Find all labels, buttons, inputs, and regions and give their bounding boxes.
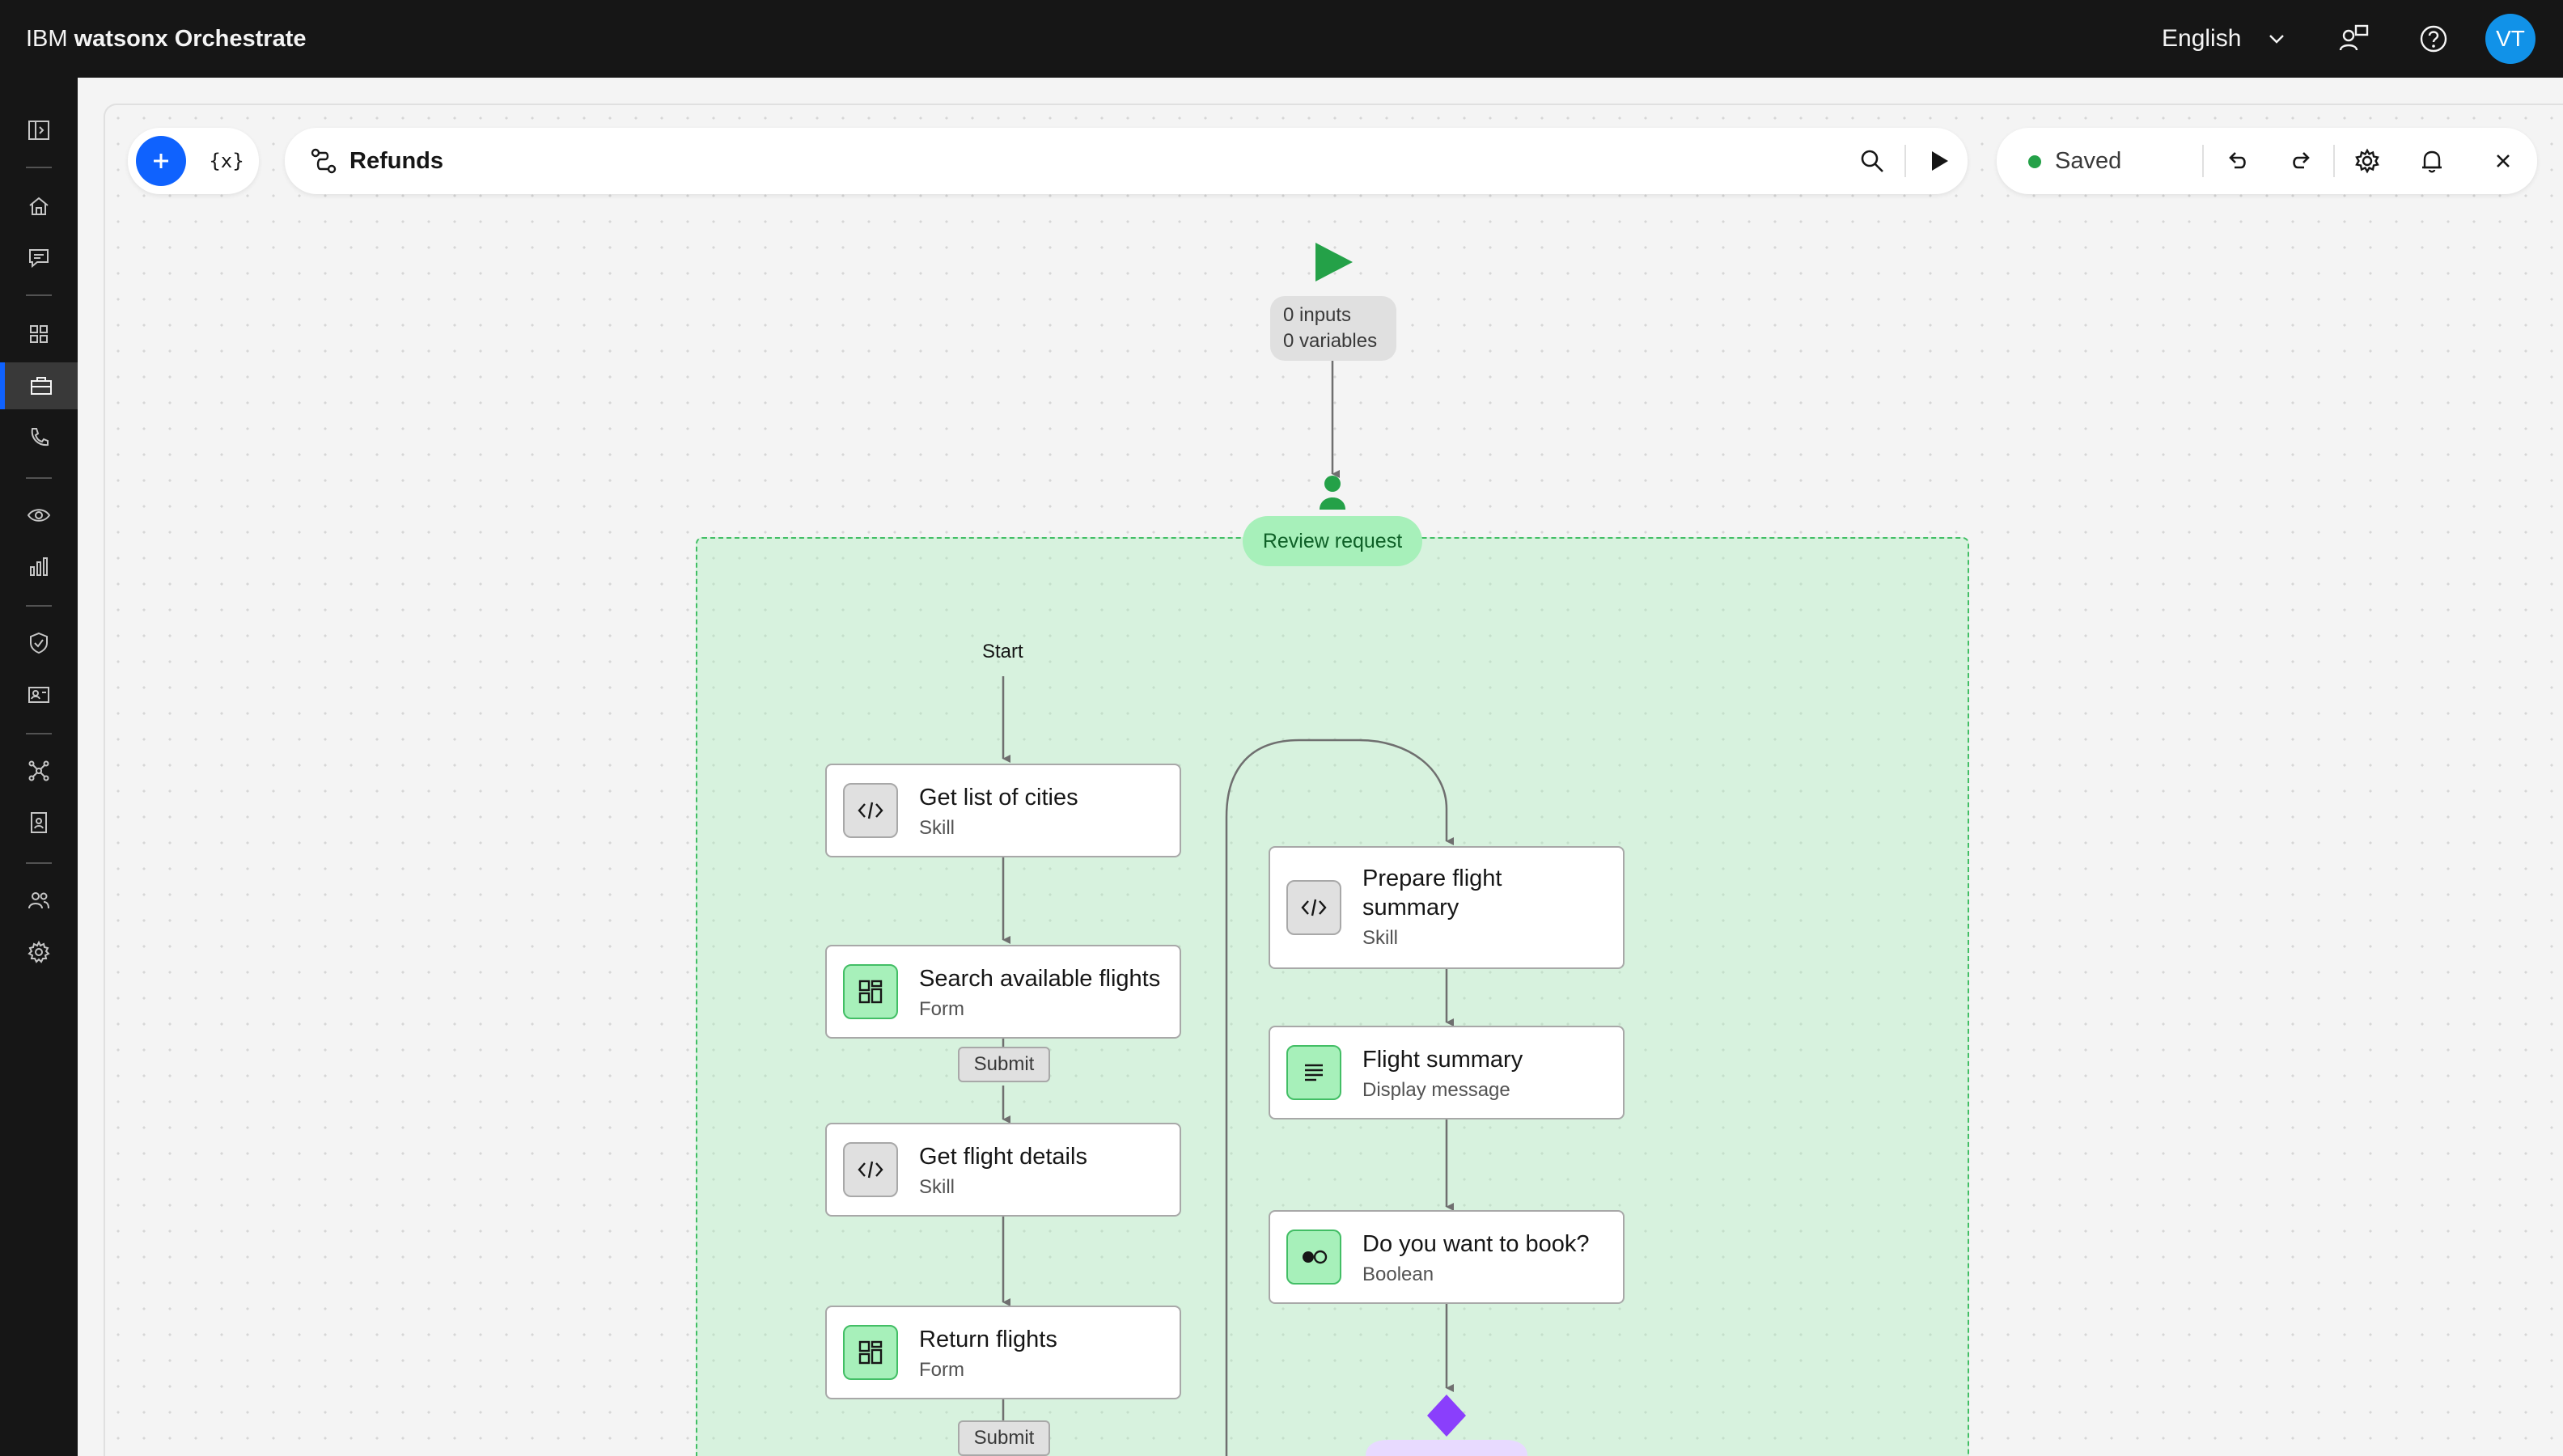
node-title: Prepare flight summary: [1362, 866, 1502, 921]
node-icon: [843, 964, 898, 1019]
flow-node[interactable]: Search available flights Form: [825, 945, 1181, 1039]
flow-node[interactable]: Return flights Form: [825, 1306, 1181, 1399]
node-icon: [843, 783, 898, 838]
node-title: Get list of cities: [919, 785, 1078, 811]
flow-node[interactable]: Flight summary Display message: [1269, 1026, 1625, 1120]
review-request-label[interactable]: Review request: [1243, 516, 1422, 566]
decision-diamond: [1427, 1395, 1466, 1437]
message-icon: [1305, 1064, 1323, 1081]
node-icon: [843, 1142, 898, 1197]
start-play-icon: [1315, 243, 1353, 281]
node-title: Return flights: [919, 1327, 1057, 1352]
boolean-icon: [1303, 1250, 1328, 1264]
node-type: Boolean: [1362, 1263, 1434, 1285]
node-icon: [843, 1325, 898, 1380]
user-step-icon: [1324, 476, 1341, 492]
form-icon: [858, 980, 883, 1004]
node-title: Get flight details: [919, 1144, 1087, 1170]
node-type: Form: [919, 998, 964, 1020]
flow-node[interactable]: Prepare flight summary Skill: [1269, 846, 1625, 969]
decision-pill: [1366, 1440, 1527, 1456]
form-icon: [858, 1340, 883, 1365]
node-type: Skill: [919, 1176, 955, 1198]
start-label: Start: [982, 641, 1023, 662]
node-title: Flight summary: [1362, 1047, 1523, 1073]
flow-node[interactable]: Get flight details Skill: [825, 1123, 1181, 1217]
user-step-icon-body: [1320, 497, 1345, 510]
node-title: Do you want to book?: [1362, 1231, 1590, 1257]
flow-node[interactable]: Get list of cities Skill: [825, 764, 1181, 857]
node-type: Form: [919, 1359, 964, 1381]
node-type: Display message: [1362, 1079, 1510, 1101]
node-title: Search available flights: [919, 966, 1161, 992]
flow-node[interactable]: Do you want to book? Boolean: [1269, 1210, 1625, 1304]
code-icon: [1301, 899, 1327, 916]
code-icon: [858, 802, 883, 819]
flow-io-summary[interactable]: 0 inputs 0 variables: [1270, 296, 1396, 361]
code-icon: [858, 1161, 883, 1179]
node-type: Skill: [919, 817, 955, 839]
submit-edge-label[interactable]: Submit: [958, 1047, 1050, 1082]
node-icon: [1286, 1045, 1341, 1100]
node-icon: [1286, 880, 1341, 935]
submit-edge-label[interactable]: Submit: [958, 1420, 1050, 1456]
node-icon: [1286, 1230, 1341, 1285]
node-type: Skill: [1362, 927, 1399, 949]
inputs-count: 0 inputs: [1283, 304, 1352, 326]
variables-count: 0 variables: [1283, 330, 1378, 352]
